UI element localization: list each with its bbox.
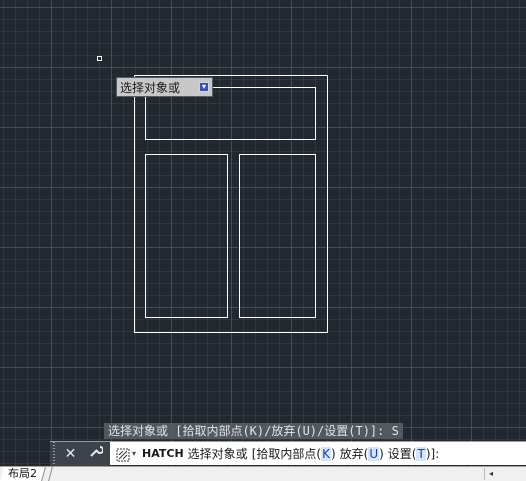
drag-handle[interactable] <box>50 441 58 466</box>
layout-tab-bar: 布局2 ◂ <box>0 466 526 481</box>
bottom-left-panel[interactable] <box>145 154 228 318</box>
tab-divider <box>48 467 53 481</box>
close-icon[interactable]: ✕ <box>65 442 77 466</box>
scroll-left-icon[interactable]: ◂ <box>484 468 497 480</box>
arrow-down-icon[interactable]: ▾ <box>199 82 209 92</box>
drawing-geometry[interactable] <box>0 0 526 466</box>
command-prompt: 选择对象或 <box>187 447 248 461</box>
bottom-right-panel[interactable] <box>239 154 316 318</box>
option-settings[interactable]: 设置(T)]: <box>388 445 439 462</box>
option-pick-internal-point[interactable]: [拾取内部点(K) <box>252 445 336 462</box>
option-undo[interactable]: 放弃(U) <box>340 445 384 462</box>
drawing-canvas[interactable]: 选择对象或 ▾ <box>0 0 526 466</box>
outer-frame[interactable] <box>134 75 328 333</box>
command-prompt-area[interactable]: ▾ HATCH 选择对象或 [拾取内部点(K) 放弃(U) 设置(T)]: <box>110 442 443 466</box>
chevron-down-icon[interactable]: ▾ <box>132 449 136 458</box>
command-history-line: 选择对象或 [拾取内部点(K)/放弃(U)/设置(T)]: S <box>104 423 403 439</box>
pickbox-cursor <box>97 56 102 61</box>
command-line-tools: ✕ <box>58 441 110 466</box>
command-line: ✕ ▾ HATCH 选择对象或 [拾取内部点(K) 放弃(U) 设置(T)]: <box>50 441 526 466</box>
wrench-icon[interactable] <box>89 442 105 466</box>
dynamic-input-tooltip: 选择对象或 ▾ <box>116 77 213 97</box>
tab-layout2[interactable]: 布局2 <box>0 467 46 481</box>
tooltip-prompt: 选择对象或 <box>120 80 181 95</box>
hatch-command-icon[interactable] <box>116 447 130 461</box>
command-name: HATCH <box>142 447 184 460</box>
